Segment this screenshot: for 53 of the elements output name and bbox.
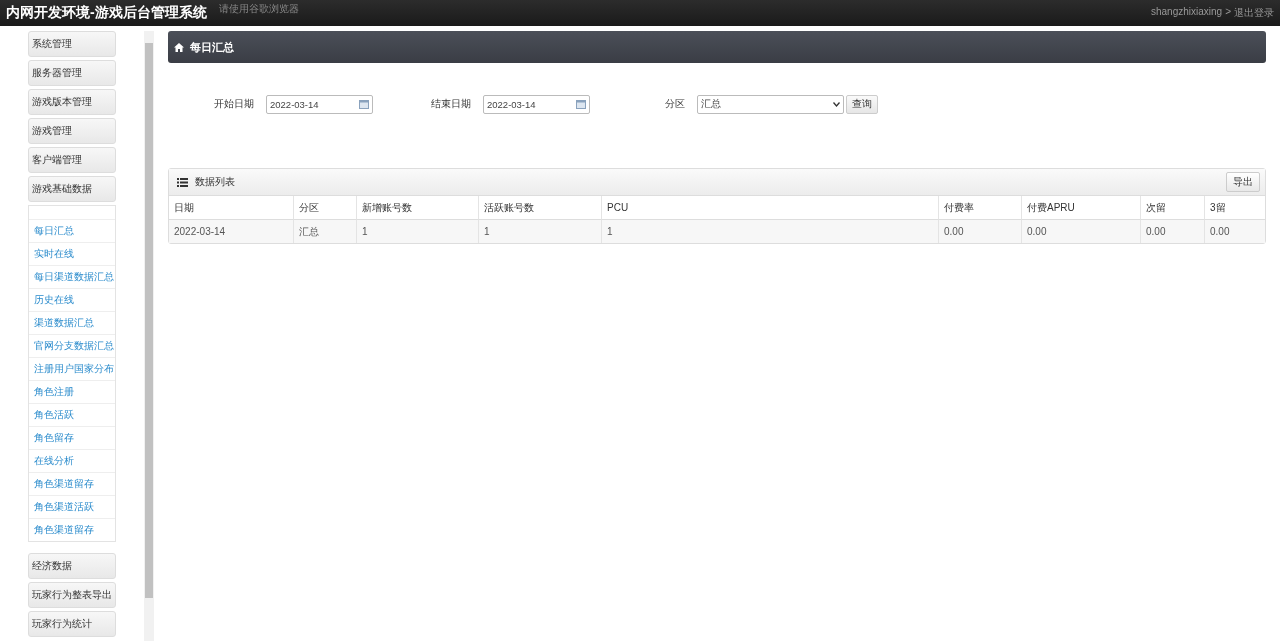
logout-link[interactable]: 退出登录	[1234, 6, 1274, 20]
app-title: 内网开发环境-游戏后台管理系统	[6, 4, 207, 22]
table-cell: 0.00	[1204, 220, 1265, 243]
calendar-icon	[576, 99, 586, 109]
query-button[interactable]: 查询	[846, 94, 878, 114]
submenu-link[interactable]: 角色渠道留存	[29, 518, 115, 541]
menu-button[interactable]: 系统管理	[28, 31, 116, 57]
submenu-link[interactable]: 角色注册	[29, 380, 115, 403]
home-icon	[174, 42, 184, 52]
table-cell: 0.00	[1021, 220, 1140, 243]
submenu-link[interactable]: 实时在线	[29, 242, 115, 265]
table-cell: 1	[356, 220, 478, 243]
export-button[interactable]: 导出	[1226, 172, 1260, 192]
submenu-link[interactable]: 每日汇总	[29, 219, 115, 242]
menu-button[interactable]: 服务器管理	[28, 60, 116, 86]
menu-button[interactable]: 玩家行为统计	[28, 611, 116, 637]
submenu-link[interactable]: 角色留存	[29, 426, 115, 449]
menu-button[interactable]: 游戏基础数据	[28, 176, 116, 202]
filter-label: 结束日期	[431, 97, 471, 111]
calendar-icon	[359, 99, 369, 109]
zone-select[interactable]: 汇总	[697, 94, 844, 114]
scrollbar[interactable]	[144, 31, 154, 641]
table-cell: 1	[478, 220, 601, 243]
filter-label: 开始日期	[214, 97, 254, 111]
menu-button[interactable]: 玩家行为整表导出	[28, 582, 116, 608]
table-cell: 1	[601, 220, 938, 243]
separator-icon: >	[1225, 6, 1231, 20]
menu-button[interactable]: 游戏版本管理	[28, 89, 116, 115]
table-cell: 0.00	[1140, 220, 1204, 243]
page-title: 每日汇总	[190, 39, 234, 55]
submenu-link[interactable]: 渠道数据汇总	[29, 311, 115, 334]
date-field[interactable]: 2022-03-14	[266, 94, 373, 114]
submenu-link[interactable]: 角色渠道活跃	[29, 495, 115, 518]
browser-notice: 请使用谷歌浏览器	[218, 2, 299, 16]
submenu-link[interactable]: 注册用户国家分布	[29, 357, 115, 380]
table-cell: 汇总	[293, 220, 356, 243]
submenu-link[interactable]: 在线分析	[29, 449, 115, 472]
date-field[interactable]: 2022-03-14	[483, 94, 590, 114]
table-cell: 0.00	[938, 220, 1021, 243]
submenu-link[interactable]: 角色渠道留存	[29, 472, 115, 495]
filter-label: 分区	[665, 97, 685, 111]
submenu-link[interactable]: 历史在线	[29, 288, 115, 311]
menu-button[interactable]: 游戏管理	[28, 118, 116, 144]
submenu-link[interactable]: 官网分支数据汇总	[29, 334, 115, 357]
submenu-link[interactable]: 每日渠道数据汇总	[29, 265, 115, 288]
panel-title: 数据列表	[195, 175, 235, 189]
username: shangzhixiaxing	[1151, 6, 1223, 19]
menu-button[interactable]: 经济数据	[28, 553, 116, 579]
submenu-link[interactable]: 角色活跃	[29, 403, 115, 426]
table-cell: 2022-03-14	[169, 220, 293, 243]
list-icon	[177, 177, 188, 187]
chevron-down-icon	[833, 101, 840, 107]
menu-button[interactable]: 客户端管理	[28, 147, 116, 173]
